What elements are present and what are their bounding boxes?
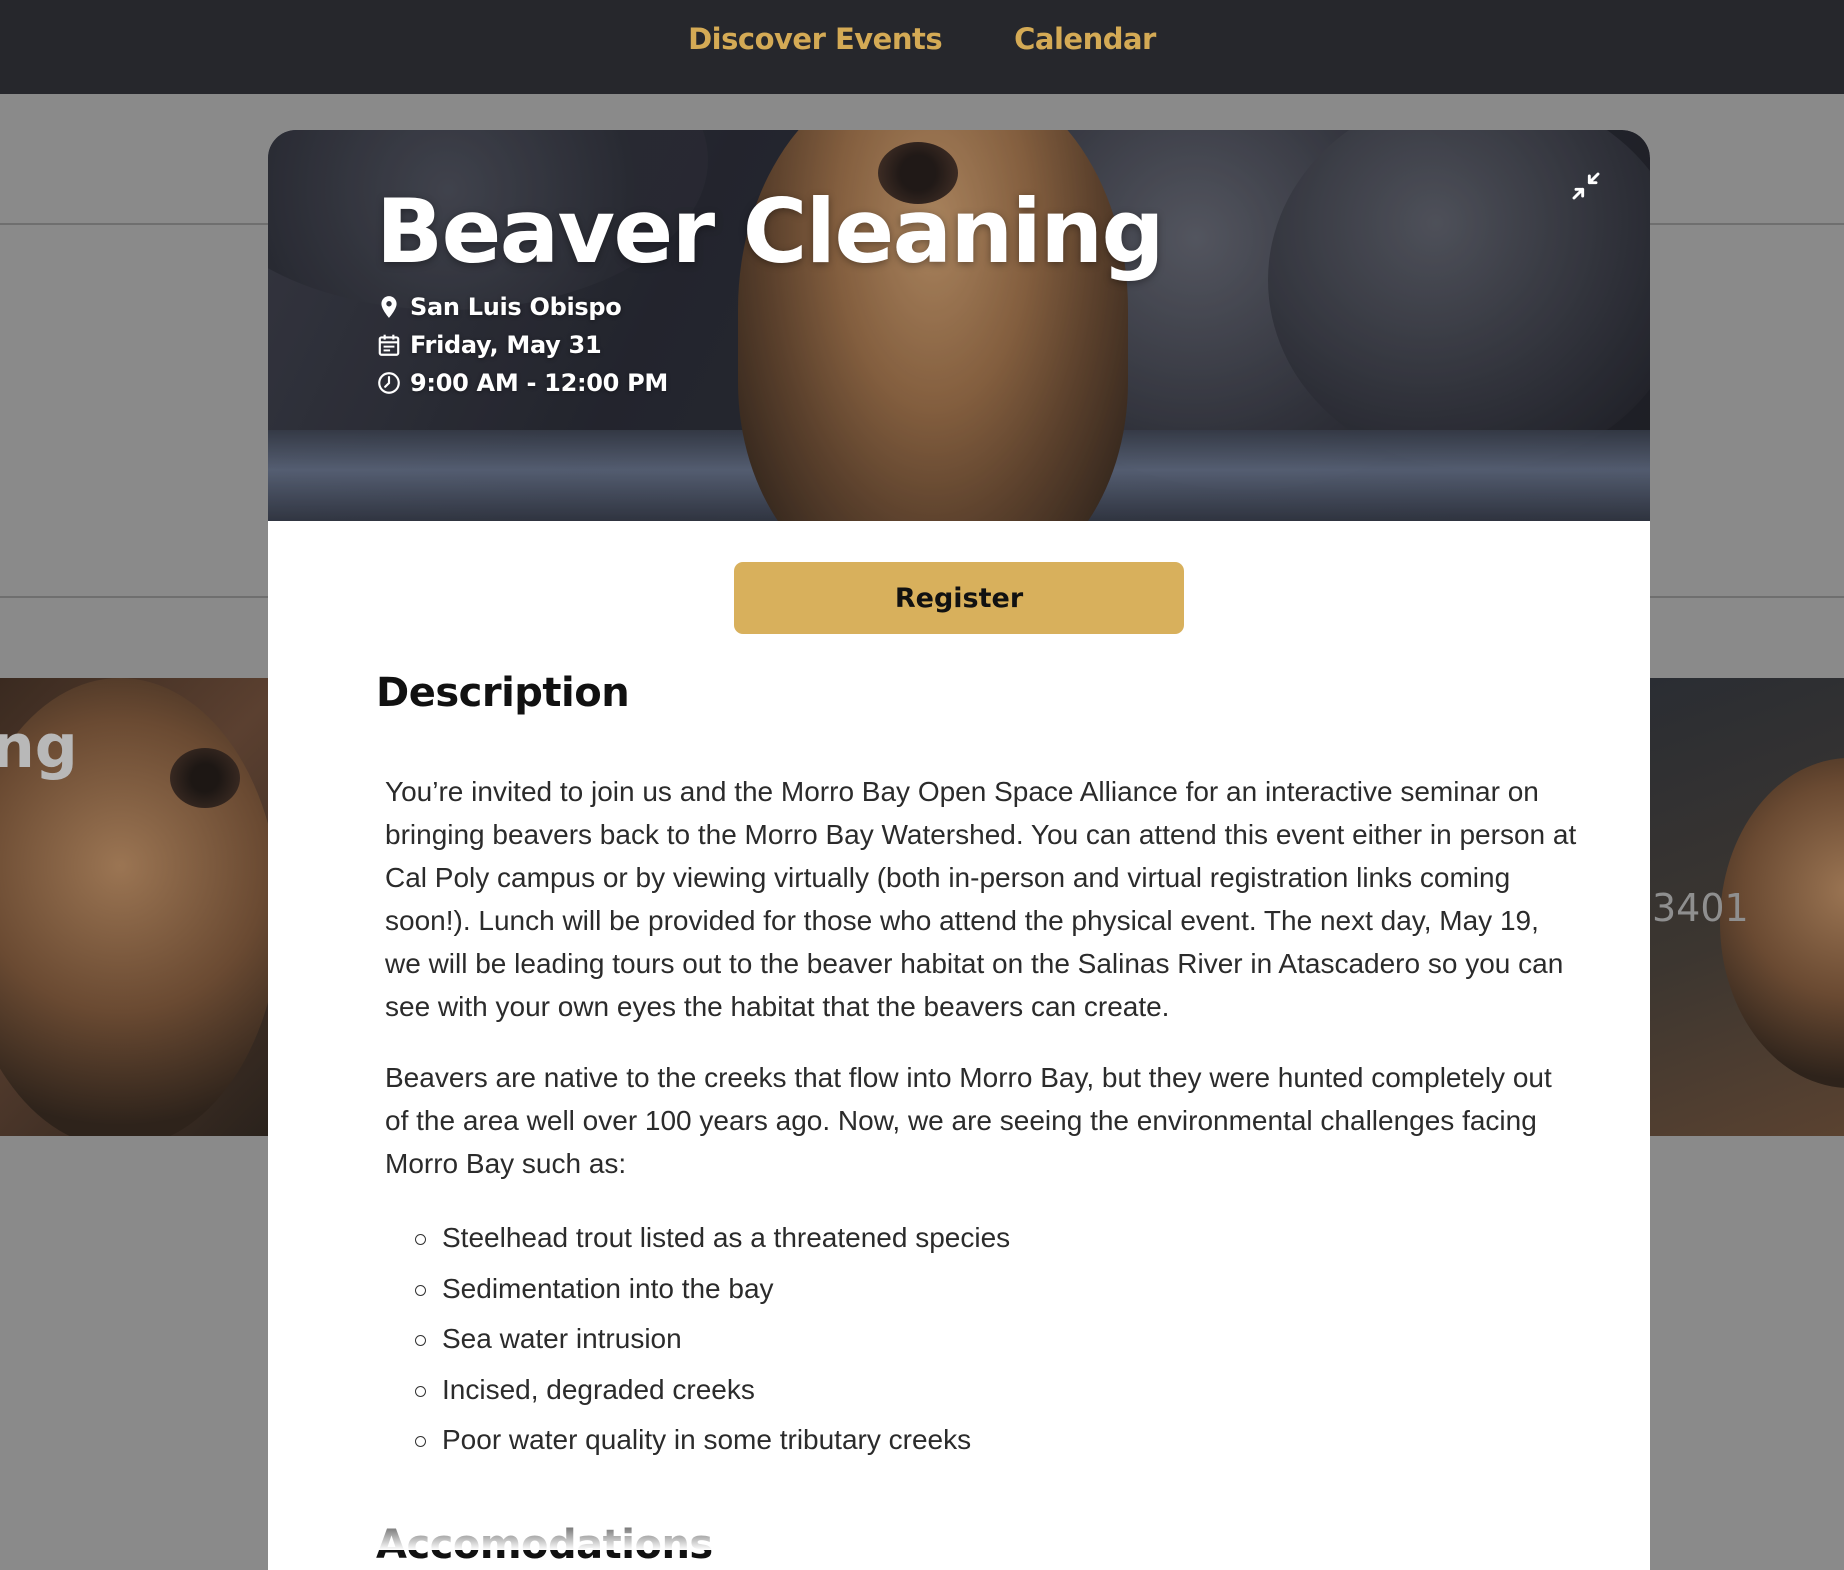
calendar-icon (378, 334, 400, 356)
event-meta: San Luis Obispo Friday, May 31 9:00 AM -… (376, 288, 668, 402)
background-beaver-nose (170, 748, 240, 808)
scroll-fade (268, 1510, 1650, 1550)
map-pin-icon (381, 296, 397, 318)
event-time-text: 9:00 AM - 12:00 PM (410, 369, 669, 397)
background-event-card: 3401 (1650, 678, 1844, 1136)
event-location-text: San Luis Obispo (410, 293, 622, 321)
background-event-card: ng (0, 678, 268, 1136)
event-date: Friday, May 31 (376, 326, 668, 364)
register-button[interactable]: Register (734, 562, 1184, 634)
nav-calendar[interactable]: Calendar (1014, 22, 1156, 56)
background-card-title: ng (0, 712, 78, 782)
challenges-list: Steelhead trout listed as a threatened s… (385, 1213, 1581, 1466)
list-item: Sedimentation into the bay (415, 1264, 1581, 1315)
event-date-text: Friday, May 31 (410, 331, 602, 359)
list-item: Steelhead trout listed as a threatened s… (415, 1213, 1581, 1264)
event-detail-modal: Beaver Cleaning San Luis Obispo Friday, … (268, 130, 1650, 1570)
event-hero-image: Beaver Cleaning San Luis Obispo Friday, … (268, 130, 1650, 521)
collapse-button[interactable] (1568, 168, 1604, 204)
clock-icon (378, 372, 400, 394)
event-time: 9:00 AM - 12:00 PM (376, 364, 668, 402)
event-location: San Luis Obispo (376, 288, 668, 326)
list-item: Sea water intrusion (415, 1314, 1581, 1365)
event-content: Description You’re invited to join us an… (376, 670, 1576, 1466)
background-card-number: 3401 (1652, 886, 1749, 930)
description-heading: Description (376, 670, 630, 716)
description-body: You’re invited to join us and the Morro … (376, 770, 1581, 1466)
top-navigation: Discover Events Calendar (0, 0, 1844, 94)
description-paragraph: You’re invited to join us and the Morro … (385, 776, 1577, 1022)
event-title: Beaver Cleaning (376, 180, 1165, 283)
nav-discover-events[interactable]: Discover Events (688, 22, 943, 56)
minimize-arrows-icon (1572, 172, 1600, 200)
list-item: Poor water quality in some tributary cre… (415, 1415, 1581, 1466)
list-item: Incised, degraded creeks (415, 1365, 1581, 1416)
description-paragraph: Beavers are native to the creeks that fl… (385, 1062, 1552, 1179)
